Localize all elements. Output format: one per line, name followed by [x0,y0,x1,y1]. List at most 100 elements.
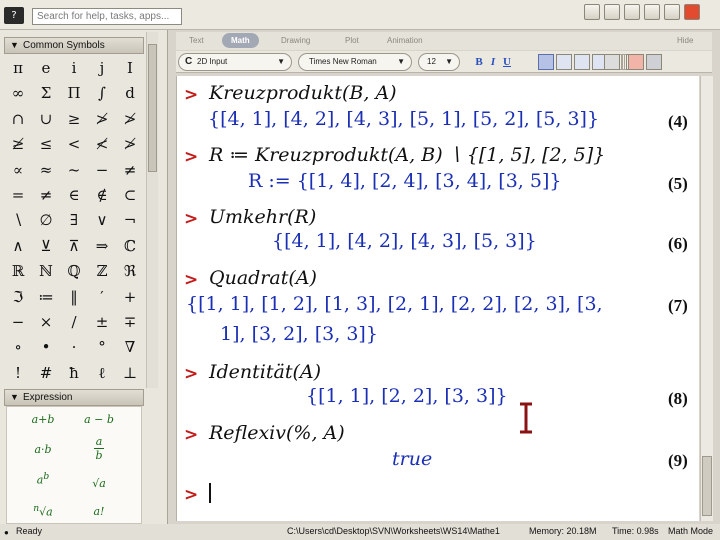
symbol-button[interactable]: i [62,56,86,81]
symbol-button[interactable]: ⊻ [34,234,58,259]
expr-power[interactable]: ab [13,471,73,487]
align-right-icon[interactable] [574,54,590,70]
symbol-button[interactable]: ⊥ [118,361,142,386]
bold-button[interactable]: B [472,54,486,70]
help-icon[interactable]: ? [4,7,24,24]
input-line[interactable]: Reflexiv(%, A) [209,422,345,444]
symbol-button[interactable]: ≠ [34,183,58,208]
symbol-button[interactable]: ∪ [34,107,58,132]
expr-sqrt[interactable]: √a [69,477,129,490]
symbol-button[interactable]: ⊼ [62,234,86,259]
symbol-button[interactable]: ! [6,361,30,386]
symbol-button[interactable]: < [62,132,86,157]
symbol-button[interactable]: ⇒ [90,234,114,259]
symbol-button[interactable]: d [118,81,142,106]
symbol-button[interactable]: Π [62,81,86,106]
symbol-button[interactable]: ~ [62,158,86,183]
symbol-button[interactable]: ⊂ [118,183,142,208]
symbol-button[interactable]: ≮ [90,132,114,157]
toolbar-icon-1[interactable] [584,4,600,20]
tab-animation[interactable]: Animation [378,33,432,48]
symbol-button[interactable]: ∨ [90,208,114,233]
symbol-button[interactable]: ≈ [34,158,58,183]
symbol-button[interactable]: ℝ [6,259,30,284]
symbol-button[interactable]: ± [90,310,114,335]
input-line[interactable]: Kreuzprodukt(B, A) [209,82,397,104]
symbol-button[interactable]: j [90,56,114,81]
symbol-button[interactable]: ℓ [90,361,114,386]
underline-button[interactable]: U [500,54,514,70]
symbol-button[interactable]: ∓ [118,310,142,335]
symbol-button[interactable]: π [6,56,30,81]
toolbar-icon-5[interactable] [664,4,680,20]
symbol-button[interactable]: ¬ [118,208,142,233]
symbol-button[interactable]: ≯ [118,132,142,157]
symbol-button[interactable]: I [118,56,142,81]
symbol-button[interactable]: + [118,285,142,310]
scroll-thumb[interactable] [702,456,712,516]
format-icon[interactable] [604,54,620,70]
symbol-button[interactable]: · [62,335,86,360]
expression-palette-header[interactable]: ▼ Expression [4,389,144,406]
symbol-button[interactable]: • [34,335,58,360]
common-symbols-palette-header[interactable]: ▼ Common Symbols [4,37,144,54]
symbol-button[interactable]: / [62,310,86,335]
symbol-button[interactable]: ∅ [34,208,58,233]
tab-math[interactable]: Math [222,33,259,48]
expr-factorial[interactable]: a! [69,505,129,518]
symbol-button[interactable]: × [34,310,58,335]
symbol-button[interactable]: ∃ [62,208,86,233]
input-mode-select[interactable]: C 2D Input ▼ [178,53,292,71]
palette-scrollbar[interactable] [146,32,158,388]
symbol-button[interactable]: # [34,361,58,386]
symbol-button[interactable]: ℚ [62,259,86,284]
input-line[interactable]: Umkehr(R) [209,206,316,228]
scroll-thumb[interactable] [148,44,157,172]
symbol-button[interactable]: ∝ [6,158,30,183]
symbol-button[interactable]: ∈ [62,183,86,208]
tab-text[interactable]: Text [180,33,213,48]
symbol-button[interactable]: ℕ [34,259,58,284]
symbol-button[interactable]: ∖ [6,208,30,233]
symbol-button[interactable]: ∘ [6,335,30,360]
stop-icon[interactable] [684,4,700,20]
symbol-button[interactable]: ħ [62,361,86,386]
symbol-button[interactable]: ≠ [118,158,142,183]
tab-plot[interactable]: Plot [336,33,368,48]
symbol-button[interactable]: ∩ [6,107,30,132]
expr-product[interactable]: a·b [13,443,73,456]
font-color-icon[interactable] [628,54,644,70]
worksheet-scrollbar[interactable] [700,76,713,521]
symbol-button[interactable]: = [6,183,30,208]
symbol-button[interactable]: ∫ [90,81,114,106]
background-color-icon[interactable] [646,54,662,70]
input-line[interactable]: Identität(A) [209,361,321,383]
symbol-button[interactable]: ∞ [6,81,30,106]
align-left-icon[interactable] [538,54,554,70]
hide-toolbar-button[interactable]: Hide [668,33,702,48]
symbol-button[interactable]: ℂ [118,234,142,259]
symbol-button[interactable]: ‖ [62,285,86,310]
toolbar-icon-3[interactable] [624,4,640,20]
expr-fraction[interactable]: ab [69,435,129,462]
symbol-button[interactable]: ≯ [118,107,142,132]
symbol-button[interactable]: ′ [90,285,114,310]
tab-drawing[interactable]: Drawing [272,33,319,48]
symbol-button[interactable]: Σ [34,81,58,106]
symbol-button[interactable]: ≥ [62,107,86,132]
symbol-button[interactable]: ℑ [6,285,30,310]
symbol-button[interactable]: ≯ [90,107,114,132]
symbol-button[interactable]: ≱ [6,132,30,157]
symbol-button[interactable]: ≤ [34,132,58,157]
symbol-button[interactable]: ° [90,335,114,360]
symbol-button[interactable]: ≔ [34,285,58,310]
expr-nth-root[interactable]: n√a [13,503,73,519]
symbol-button[interactable]: e [34,56,58,81]
symbol-button[interactable]: ∧ [6,234,30,259]
symbol-button[interactable]: ∇ [118,335,142,360]
font-select[interactable]: Times New Roman ▼ [298,53,412,71]
symbol-button[interactable]: ℤ [90,259,114,284]
symbol-button[interactable]: − [90,158,114,183]
expr-sum[interactable]: a+b [13,413,73,426]
align-center-icon[interactable] [556,54,572,70]
